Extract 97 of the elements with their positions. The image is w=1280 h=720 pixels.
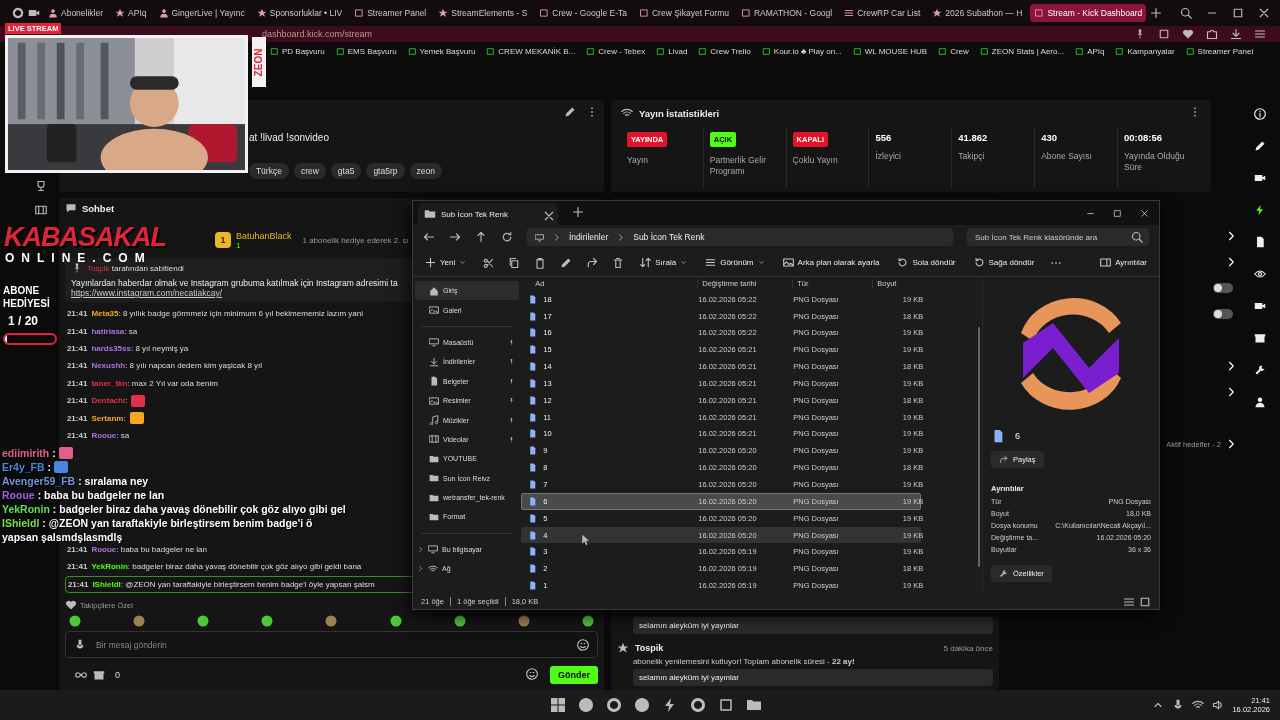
pinned-text: Yayınlardan haberdar olmak ve Instagram grubuma katılmak için Instagram adresimi ta (70, 278, 398, 288)
browser-tab[interactable]: Sponsorluklar • LIV (252, 4, 347, 22)
browser-tab[interactable]: StreamElements - S (434, 4, 532, 22)
side-logo: ZEON (252, 37, 266, 87)
file-name: 6 (1015, 431, 1020, 441)
stat-label: Partnerlik Gelir Programı (709, 155, 767, 178)
bookmark[interactable]: Crew Trello (698, 46, 751, 56)
tag[interactable]: zeon (409, 163, 442, 179)
bookmark[interactable]: APIq (1075, 46, 1105, 56)
pinned-by: Tospik tarafından sabitlendi (86, 263, 184, 273)
details-button[interactable]: Ayrıntılar (1098, 255, 1149, 270)
stat-label: Yayın (626, 155, 649, 167)
gift-count: 1 (235, 240, 242, 250)
browser-tab[interactable]: Abonelikler (44, 4, 108, 22)
chat-message: 21:41 Rooue: baba bu badgeler ne lan (65, 544, 207, 556)
tag[interactable]: gta5 (330, 163, 362, 179)
stat-value: 556 (875, 132, 892, 143)
chat-message: 21:41 Meta35: 8 yıllık badge görmmeiz için minimum 6 yıl beklmememiz lazım yani (65, 308, 363, 321)
points-count: 0 (114, 670, 120, 680)
panel-title: Sohbet (81, 202, 115, 214)
toolbar-button[interactable]: Arka plan olarak ayarla (780, 255, 882, 270)
overlay-chat-line: IShieldl : @ZEON yan taraftakiyle birleştirsem benim badge'i ö (2, 516, 313, 530)
browser-tab[interactable]: GingerLive | Yayınc (154, 4, 249, 22)
chat-message: 21:41 Nexushh: 8 yılı napcan dedem kim yaşicak 8 yıl (65, 360, 263, 373)
username: BatuhanBlack (235, 230, 292, 241)
gift-goal-title: ABONE HEDİYESİ (3, 284, 51, 310)
instagram-link[interactable]: https://www.instagram.com/necatiakcay/ (70, 288, 223, 298)
brand-logo: KABASAKAL (4, 222, 166, 253)
browser-tab[interactable]: RAMATHON - Googl (736, 4, 837, 22)
browser-tab[interactable]: Streamer Panel (350, 4, 431, 22)
stream-title: at !livad !sonvideo (248, 132, 330, 143)
bookmark[interactable]: PD Başvuru (270, 46, 325, 56)
stat-label: Abone Sayısı (1041, 151, 1093, 163)
browser-tab[interactable]: Stream - Kick Dashboard (1030, 4, 1147, 22)
chat-message: 21:41 taner_tkn: max 2 Yıl var oda benim (65, 377, 218, 390)
bookmark[interactable]: EMS Başvuru (335, 46, 397, 56)
bookmark[interactable]: Streamer Panel (1185, 46, 1254, 56)
window-tab[interactable]: Sub İcon Tek Renk (418, 203, 558, 225)
bookmark[interactable]: Yemek Başvuru (407, 46, 476, 56)
toolbar-button[interactable]: Sağa döndür (971, 255, 1037, 270)
bookmark[interactable]: Kour.io ♣ Play on... (761, 46, 842, 56)
new-button[interactable]: Yeni (423, 255, 469, 270)
rank-badge: 1 (214, 232, 231, 248)
gift-goal-count: 1 / 20 (8, 314, 39, 328)
browser-tab[interactable]: Crew - Google E-Ta (535, 4, 631, 22)
chat-message: 21:41 hatiriasa: sa (65, 325, 138, 338)
browser-tab[interactable]: Crew Şikayet Formu (634, 4, 733, 22)
tag[interactable]: crew (293, 163, 326, 179)
chat-message: 21:41 Rooue: sa (65, 429, 130, 442)
search-box[interactable]: Sub İcon Tek Renk klasöründe ara (967, 228, 1149, 246)
view-button[interactable]: Görünüm (703, 255, 767, 270)
username: Tospik (634, 643, 664, 653)
stat-value: 00:08:56 (1124, 132, 1163, 143)
stat-label: İzleyici (875, 151, 902, 163)
sort-button[interactable]: Sırala (638, 255, 690, 270)
message-field[interactable]: Bir mesaj gönderin (93, 638, 569, 651)
panel-title: Yayın İstatistikleri (638, 107, 720, 119)
bookmark[interactable]: CREW MEKANİK B... (486, 46, 576, 56)
tag[interactable]: gta5rp (366, 163, 405, 179)
overlay-chat-line: ediimirith : (2, 446, 73, 460)
event-text: abonelik yenilemesini kutluyor! Toplam abonelik süresi - 22 ay! (631, 657, 856, 666)
send-button[interactable]: Gönder (549, 666, 598, 684)
overlay-chat-line: Avenger59_FB : sıralama ney (2, 474, 149, 488)
chat-message: 21:41 Sertanm: (64, 409, 144, 427)
search-field[interactable]: Sub İcon Tek Renk klasöründe ara (973, 231, 1131, 243)
message-box[interactable]: Bir mesaj gönderin (64, 631, 598, 658)
gift-note: 1 abonelik hediye ederek 2. sı (302, 235, 409, 245)
overlay-chat-line: Rooue : baba bu badgeler ne lan (2, 488, 165, 502)
overlay-chat-line: Er4y_FB : (2, 460, 69, 474)
browser-tab[interactable]: APIq (111, 4, 151, 22)
chat-message: 21:41 Dentachi: (64, 391, 146, 410)
browser-tab[interactable]: 2026 Subathon — H (928, 4, 1027, 22)
event-message: selamın aleyküm iyi yayınlar (632, 617, 993, 634)
brand-subtitle: ONLINE.COM (5, 251, 152, 265)
toolbar-button[interactable]: Sola döndür (895, 255, 958, 270)
stat-value: 430 (1041, 132, 1058, 143)
stat-label: Takipçi (958, 151, 986, 163)
bookmark[interactable]: Livad (656, 46, 688, 56)
overlay-chat-line: yapsan şalsmdşlasmdlş (2, 530, 123, 544)
overlay-chat-line: YekRonin : badgeler biraz daha yavaş dönebilir çok göz alıyo gibi gel (2, 502, 346, 516)
bookmark[interactable]: Crew - Tebex (586, 46, 646, 56)
bookmark[interactable]: Kampanyalar (1115, 46, 1175, 56)
address-field[interactable]: dashboard.kick.com/stream (262, 29, 373, 39)
chat-message: 21:41 hards35ss: 8 yıl neymiş ya (65, 342, 189, 355)
breadcrumb[interactable]: İndirilenler (569, 232, 609, 242)
stat-value: 41.862 (958, 132, 988, 143)
event-message: selamın aleyküm iyi yayınlar (632, 669, 993, 686)
stat-label: Çoklu Yayın (792, 155, 839, 167)
stat-label: Yayında Olduğu Süre (1124, 151, 1186, 174)
chat-message: 21:41 YekRonin: badgeler biraz daha yavaş dönebilir çok göz alıyo gibi geldi bana (65, 561, 362, 574)
bookmark[interactable]: ZEON Stats | Aero... (979, 46, 1065, 56)
tag[interactable]: Türkçe (248, 163, 289, 179)
breadcrumb[interactable]: Sub İcon Tek Renk (633, 232, 705, 242)
bookmark[interactable]: WL MOUSE HUB (852, 46, 928, 56)
browser-tab[interactable]: CrewRP Car List (840, 4, 925, 22)
bookmark[interactable]: Crew (938, 46, 969, 56)
event-time: 5 dakika önce (943, 643, 993, 653)
